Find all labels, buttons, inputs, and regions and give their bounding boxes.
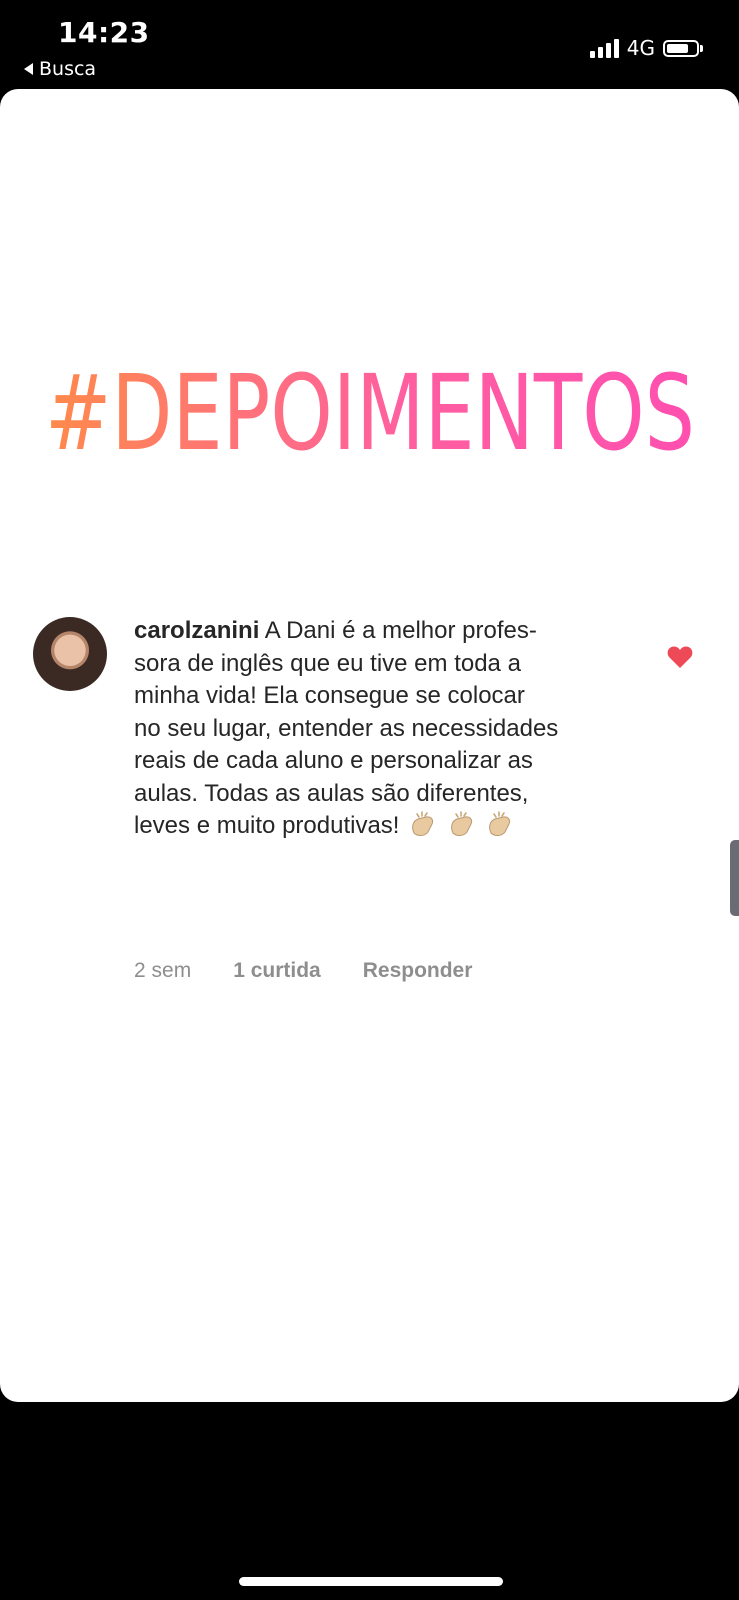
comment-username[interactable]: carolzanini	[134, 617, 259, 644]
svg-text:#DEPOIMENTOS: #DEPOIMENTOS	[45, 352, 695, 469]
comment-line: minha vida! Ela consegue se colocar	[134, 682, 525, 709]
back-to-search-button[interactable]: Busca	[24, 58, 96, 80]
reply-button[interactable]: Responder	[363, 959, 473, 983]
avatar[interactable]	[33, 617, 107, 691]
headline-text: #DEPOIMENTOS	[45, 352, 695, 469]
back-label: Busca	[39, 58, 97, 80]
comment-line: leves e muito produtivas!	[134, 812, 400, 839]
comment-time: 2 sem	[134, 959, 192, 982]
clapping-hands-icon	[412, 811, 434, 836]
status-indicators: 4G	[589, 36, 703, 60]
story-headline: #DEPOIMENTOS	[0, 339, 739, 469]
status-bar: 14:23 Busca 4G	[0, 0, 739, 90]
comment-line: no seu lugar, entender as necessidades	[134, 714, 559, 742]
comment-line: aulas. Todas as aulas são diferentes,	[134, 779, 529, 807]
heart-icon[interactable]	[667, 645, 693, 669]
network-type: 4G	[626, 36, 655, 60]
clock: 14:23	[58, 16, 150, 49]
clapping-hands-icon	[450, 811, 472, 836]
likes-count-link[interactable]: 1 curtida	[233, 959, 321, 983]
home-indicator[interactable]	[239, 1577, 503, 1586]
story-card: #DEPOIMENTOS carolzanini A Dani é a melh…	[0, 89, 739, 1402]
clapping-hands-icon	[489, 811, 511, 836]
comment-line: reais de cada aluno e personalizar as	[134, 747, 533, 774]
comment-meta: 2 sem 1 curtida Responder	[134, 959, 514, 983]
battery-icon	[663, 39, 703, 57]
back-arrow-icon	[24, 63, 33, 75]
signal-icon	[589, 38, 619, 58]
comment-text: carolzanini A Dani é a melhor profes- so…	[134, 615, 614, 843]
scroll-handle[interactable]	[730, 840, 739, 916]
comment-line: sora de inglês que eu tive em toda a	[134, 649, 521, 677]
comment-line: A Dani é a melhor profes-	[259, 617, 537, 644]
